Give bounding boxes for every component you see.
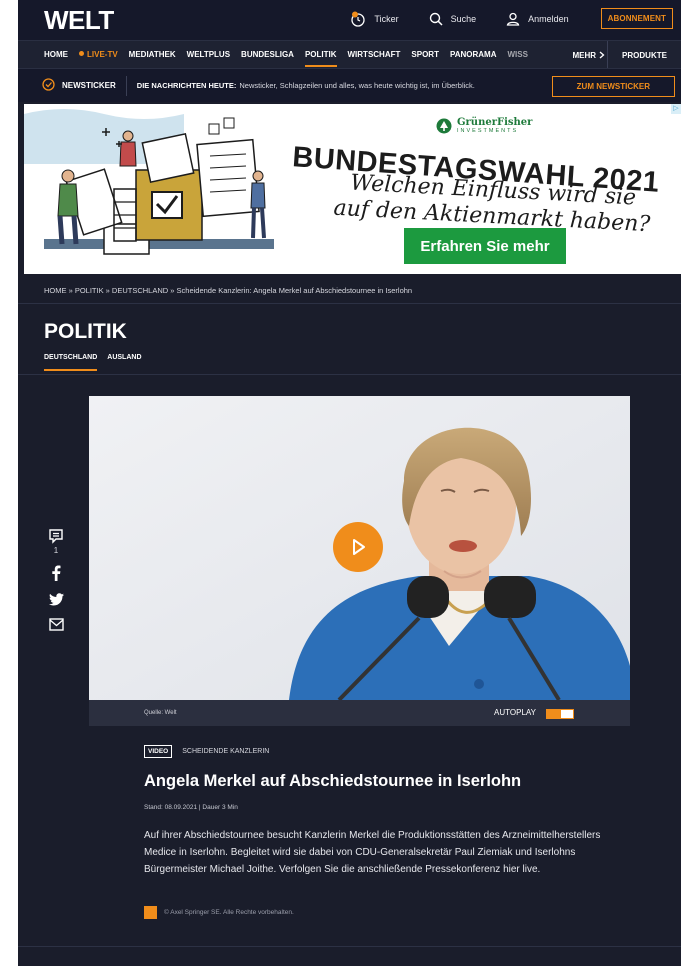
play-button[interactable] — [333, 522, 383, 572]
page-gutter — [0, 0, 18, 966]
newsticker-cta-button[interactable]: ZUM NEWSTICKER — [551, 76, 675, 97]
ad-banner[interactable]: GrünerFisher INVESTMENTS BUNDESTAGSWAHL … — [24, 104, 681, 274]
tab-deutschland[interactable]: DEUTSCHLAND — [44, 354, 98, 371]
article-headline: Angela Merkel auf Abschiedstournee in Is… — [144, 772, 522, 790]
login-link[interactable]: Anmelden — [506, 12, 569, 26]
nav-products-button[interactable]: PRODUKTE — [607, 41, 681, 69]
copyright-row: © Axel Springer SE. Alle Rechte vorbehal… — [144, 906, 294, 919]
nav-item-wissen[interactable]: WISS — [507, 50, 527, 59]
article-kicker: SCHEIDENDE KANZLERIN — [182, 748, 270, 755]
article-date-duration: Stand: 08.09.2021 | Dauer 3 Min — [144, 804, 238, 811]
section-subnav: DEUTSCHLAND AUSLAND — [44, 354, 152, 371]
main-nav: HOME LIVE-TV MEDIATHEK WELTPLUS BUNDESLI… — [18, 40, 681, 69]
news-today-description: Newsticker, Schlagzeilen und alles, was … — [239, 81, 475, 90]
welt-mark-icon — [144, 906, 157, 919]
nav-more-label: MEHR — [572, 50, 596, 60]
video-tag-badge: VIDEO — [144, 745, 173, 758]
page: WELT Ticker Suche Anmelden ABONNEMENT HO… — [18, 0, 681, 966]
facebook-icon[interactable] — [51, 565, 61, 581]
user-icon — [506, 12, 520, 26]
subscribe-button[interactable]: ABONNEMENT — [600, 8, 673, 29]
nav-item-panorama[interactable]: PANORAMA — [450, 50, 497, 59]
video-source: Quelle: Welt — [144, 710, 177, 716]
mail-icon[interactable] — [48, 618, 64, 631]
divider — [18, 303, 681, 304]
welt-logo[interactable]: WELT — [44, 5, 114, 36]
chevron-right-icon — [599, 51, 605, 59]
nav-item-bundesliga[interactable]: BUNDESLIGA — [241, 50, 294, 59]
section-title[interactable]: POLITIK — [44, 320, 127, 344]
play-icon — [353, 539, 365, 555]
newsticker-label: NEWSTICKER — [62, 81, 116, 90]
nav-item-live-tv[interactable]: LIVE-TV — [79, 50, 118, 59]
ad-illustration — [24, 104, 284, 274]
divider — [18, 374, 681, 375]
login-label: Anmelden — [528, 13, 569, 24]
search-icon — [429, 12, 443, 26]
search-link[interactable]: Suche — [429, 12, 477, 26]
nav-item-wirtschaft[interactable]: WIRTSCHAFT — [348, 50, 401, 59]
nav-item-live-tv-label: LIVE-TV — [87, 50, 118, 59]
article-teaser: Auf ihrer Abschiedstournee besucht Kanzl… — [144, 830, 601, 875]
autoplay-toggle[interactable] — [546, 709, 574, 719]
autoplay-label: AUTOPLAY — [494, 708, 536, 717]
nav-item-sport[interactable]: SPORT — [411, 50, 439, 59]
share-rail: 1 — [46, 528, 66, 643]
ad-cta-button[interactable]: Erfahren Sie mehr — [404, 228, 566, 264]
video-player[interactable] — [89, 396, 630, 700]
nav-item-mediathek[interactable]: MEDIATHEK — [129, 50, 176, 59]
ad-choices-icon[interactable]: ▷ — [671, 104, 681, 114]
comment-icon[interactable] — [48, 528, 64, 544]
ad-brand-logo: GrünerFisher INVESTMENTS — [436, 118, 532, 134]
news-today-text[interactable]: DIE NACHRICHTEN HEUTE: Newsticker, Schlag… — [137, 81, 475, 90]
ad-brand-sub: INVESTMENTS — [457, 128, 519, 134]
comment-count: 1 — [53, 546, 59, 555]
article-meta-row: VIDEO SCHEIDENDE KANZLERIN — [144, 745, 269, 758]
newsticker-link[interactable]: NEWSTICKER — [42, 75, 127, 96]
search-label: Suche — [450, 13, 477, 24]
top-header: WELT Ticker Suche Anmelden ABONNEMENT — [18, 0, 681, 40]
nav-item-weltplus[interactable]: WELTPLUS — [187, 50, 230, 59]
news-today-heading: DIE NACHRICHTEN HEUTE: — [136, 81, 237, 90]
tab-ausland[interactable]: AUSLAND — [107, 354, 141, 371]
ticker-link[interactable]: Ticker — [350, 11, 399, 27]
clock-icon — [350, 11, 366, 27]
ad-brand-name: GrünerFisher — [457, 117, 533, 128]
live-dot-icon — [79, 51, 84, 56]
check-circle-icon — [42, 78, 55, 93]
divider — [18, 946, 681, 947]
header-actions: Ticker Suche Anmelden ABONNEMENT — [320, 8, 673, 29]
video-control-bar: Quelle: Welt AUTOPLAY — [89, 700, 630, 726]
nav-item-home[interactable]: HOME — [44, 50, 68, 59]
tree-icon — [436, 118, 452, 134]
copyright-text: © Axel Springer SE. Alle Rechte vorbehal… — [164, 909, 294, 916]
newsticker-bar: NEWSTICKER DIE NACHRICHTEN HEUTE: Newstic… — [18, 68, 681, 102]
ticker-label: Ticker — [374, 13, 399, 24]
toggle-knob — [561, 710, 573, 718]
twitter-icon[interactable] — [48, 593, 64, 606]
nav-item-politik[interactable]: POLITIK — [304, 50, 337, 67]
breadcrumb[interactable]: HOME » POLITIK » DEUTSCHLAND » Scheidend… — [44, 286, 412, 295]
nav-more-button[interactable]: MEHR — [566, 41, 605, 69]
